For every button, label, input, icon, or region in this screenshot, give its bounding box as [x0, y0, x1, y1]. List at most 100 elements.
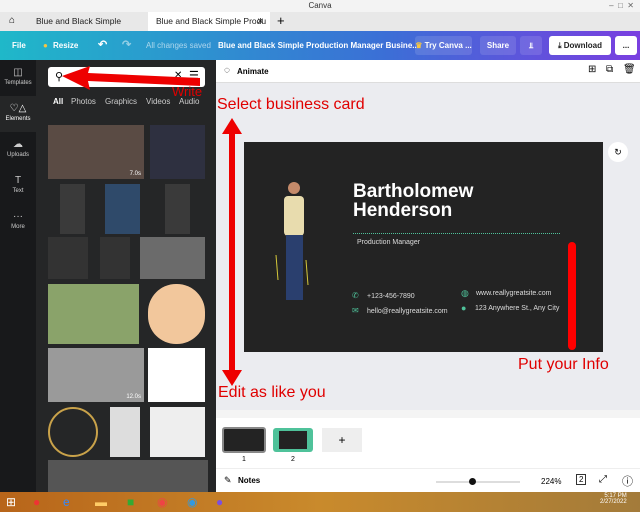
context-toolbar: ◌ Animate ⊞ ⧉ 🗑	[216, 60, 640, 83]
add-page-icon[interactable]: ⊞	[588, 64, 596, 75]
edge-icon[interactable]: ◉	[187, 495, 197, 509]
resize-button[interactable]: Resize	[53, 31, 78, 60]
animate-button[interactable]: Animate	[237, 67, 269, 76]
zoom-level[interactable]: 224%	[541, 477, 561, 486]
chrome-icon[interactable]: ◉	[157, 495, 167, 509]
editor-toolbar: File ● Resize ↶ ↷ All changes saved Blue…	[0, 31, 640, 60]
card-first-name[interactable]: Bartholomew	[353, 182, 473, 201]
refresh-icon[interactable]: ↻	[608, 142, 628, 162]
filter-all[interactable]: All	[53, 97, 63, 106]
result-graphic[interactable]	[48, 460, 208, 492]
rail-elements[interactable]: ♡△ Elements	[0, 96, 36, 132]
zoom-slider[interactable]	[436, 478, 520, 485]
horizontal-scrollbar[interactable]	[216, 410, 640, 418]
templates-icon: ◫	[13, 67, 23, 78]
result-photo[interactable]	[48, 284, 139, 344]
result-graphic[interactable]	[110, 407, 140, 457]
annotation-select: Select business card	[217, 96, 365, 113]
more-icon: ···	[13, 211, 23, 222]
rail-text[interactable]: T Text	[0, 168, 36, 204]
share-button[interactable]: Share	[480, 36, 516, 55]
uploads-icon: ☁	[13, 139, 23, 150]
filter-photos[interactable]: Photos	[71, 97, 96, 106]
text-icon: T	[14, 175, 22, 186]
zoom-handle[interactable]	[469, 478, 476, 485]
page-strip: 1 2 +	[216, 418, 640, 468]
file-menu[interactable]: File	[12, 31, 26, 60]
annotation-bar	[568, 242, 576, 350]
result-graphic[interactable]	[105, 184, 140, 234]
result-graphic[interactable]	[165, 184, 190, 234]
result-graphic[interactable]	[150, 125, 205, 179]
new-tab-icon[interactable]: +	[277, 13, 285, 28]
result-graphic[interactable]	[150, 407, 205, 457]
card-address[interactable]: 123 Anywhere St., Any City	[475, 305, 559, 312]
folder-icon[interactable]: ▬	[95, 495, 107, 509]
location-icon: ●	[461, 303, 467, 313]
card-email[interactable]: hello@reallygreatsite.com	[367, 308, 448, 315]
tab-1[interactable]: Blue and Black Simple Produ✕	[28, 12, 146, 45]
filter-videos[interactable]: Videos	[146, 97, 170, 106]
clock-date: 2/27/2022	[600, 499, 627, 505]
filter-graphics[interactable]: Graphics	[105, 97, 137, 106]
business-card[interactable]: Bartholomew Henderson Production Manager …	[244, 142, 603, 352]
page-number: 1	[242, 456, 246, 463]
rail-more[interactable]: ··· More	[0, 204, 36, 240]
page-count[interactable]: 2	[576, 474, 587, 485]
annotation-edit: Edit as like you	[218, 384, 326, 401]
save-status: All changes saved	[146, 41, 211, 50]
page-number: 2	[291, 456, 295, 463]
duplicate-icon[interactable]: ⧉	[606, 64, 613, 75]
taskbar: ⊞ ● e ▬ ■ ◉ ◉ ● 5:17 PM 2/27/2022	[0, 492, 640, 512]
tab-bar: ⌂ Blue and Black Simple Produ✕ Blue and …	[0, 12, 640, 45]
card-phone[interactable]: +123-456-7890	[367, 293, 415, 300]
undo-icon[interactable]: ↶	[98, 31, 107, 60]
start-icon[interactable]: ⊞	[6, 495, 16, 509]
elements-icon: ♡△	[9, 103, 27, 114]
opera-icon[interactable]: ●	[33, 495, 40, 509]
annotation-arrow-left	[62, 66, 200, 90]
man-illustration	[275, 182, 309, 300]
crown-icon: ●	[43, 41, 48, 50]
rail-uploads[interactable]: ☁ Uploads	[0, 132, 36, 168]
ie-icon[interactable]: e	[63, 495, 70, 509]
canva-icon[interactable]: ●	[216, 495, 223, 509]
result-graphic[interactable]	[148, 348, 205, 402]
window-controls[interactable]: – □ ✕	[609, 0, 634, 12]
result-photo[interactable]	[140, 237, 205, 279]
phone-icon: ✆	[352, 291, 359, 300]
card-website[interactable]: www.reallygreatsite.com	[476, 290, 551, 297]
result-graphic[interactable]	[60, 184, 85, 234]
divider	[353, 233, 560, 234]
insights-icon[interactable]: ⫫	[520, 36, 542, 55]
document-title[interactable]: Blue and Black Simple Production Manager…	[218, 31, 419, 60]
card-role[interactable]: Production Manager	[357, 239, 420, 246]
result-graphic[interactable]	[100, 237, 130, 279]
annotation-arrow-vertical	[222, 118, 242, 386]
card-last-name[interactable]: Henderson	[353, 201, 473, 220]
home-icon[interactable]: ⌂	[9, 15, 15, 26]
try-canva-pro-button[interactable]: ♛ Try Canva ...	[415, 36, 472, 55]
notes-button[interactable]: Notes	[238, 476, 260, 485]
page-thumb-1[interactable]	[222, 427, 266, 453]
more-options-button[interactable]: ...	[615, 36, 637, 55]
rail-templates[interactable]: ◫ Templates	[0, 60, 36, 96]
delete-icon[interactable]: 🗑	[623, 64, 636, 75]
result-graphic[interactable]	[48, 237, 88, 279]
side-rail: ◫ Templates ♡△ Elements ☁ Uploads T Text ···…	[0, 60, 36, 492]
tab-2[interactable]: Blue and Black Simple Produ ✕	[148, 12, 270, 31]
fullscreen-icon[interactable]: ⤢	[599, 474, 607, 485]
help-icon[interactable]: ⓘ	[622, 473, 633, 489]
result-graphic[interactable]	[148, 284, 205, 344]
result-video[interactable]: 7.0s	[48, 125, 144, 179]
add-page-button[interactable]: +	[322, 428, 362, 452]
animate-icon: ◌	[224, 65, 230, 76]
window-title: Canva	[308, 1, 332, 10]
redo-icon[interactable]: ↷	[122, 31, 131, 60]
download-button[interactable]: ⤓ Download	[549, 36, 611, 55]
result-video[interactable]: 12.0s	[48, 348, 144, 402]
store-icon[interactable]: ■	[127, 495, 134, 509]
email-icon: ✉	[352, 306, 359, 315]
page-thumb-2[interactable]	[273, 428, 313, 452]
result-graphic[interactable]	[48, 407, 98, 457]
